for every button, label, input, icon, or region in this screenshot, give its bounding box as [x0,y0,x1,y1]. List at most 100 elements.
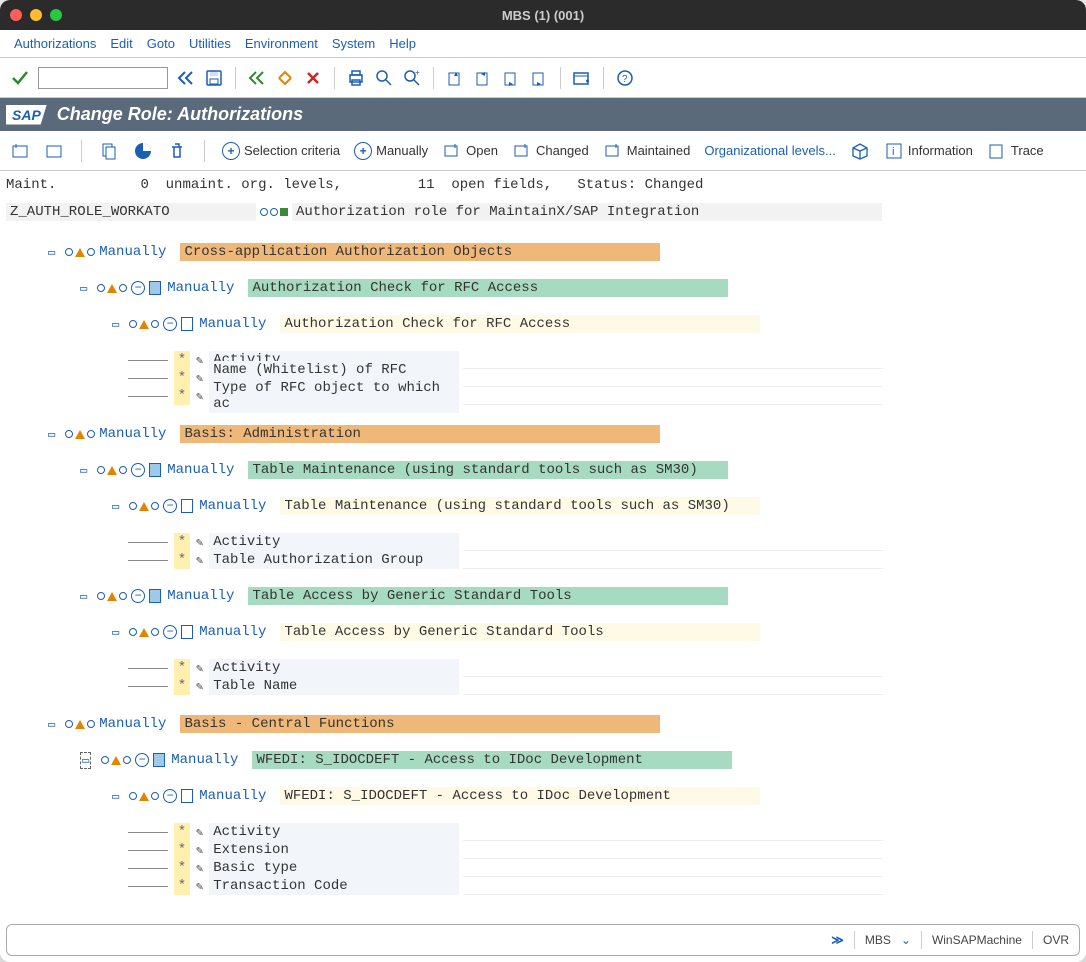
folder-open-icon: ▭ [112,499,119,514]
tree-object-node[interactable]: ▭ − Manually Table Access by Generic Sta… [8,587,1078,605]
field-value[interactable] [463,660,883,677]
trace-button[interactable]: Trace [987,141,1044,161]
collapse-icon[interactable]: − [163,625,177,639]
tree-field-row[interactable]: *✎Extension [8,841,1078,859]
tree-field-row[interactable]: *✎Table Authorization Group [8,551,1078,569]
field-value[interactable] [463,370,883,387]
maintained-button[interactable]: Maintained [603,141,691,161]
pencil-icon[interactable]: ✎ [196,879,203,894]
menu-utilities[interactable]: Utilities [189,36,231,51]
tree-field-row[interactable]: *✎Activity [8,533,1078,551]
pencil-icon[interactable]: ✎ [196,825,203,840]
org-levels-button[interactable]: Organizational levels... [704,143,836,158]
enter-icon[interactable] [10,68,30,88]
tree-object-node[interactable]: ▭ − Manually Authorization Check for RFC… [8,279,1078,297]
cancel-icon[interactable] [303,68,323,88]
collapse-icon[interactable]: − [131,463,145,477]
expand-statusbar-icon[interactable]: ≫ [831,933,844,947]
menu-environment[interactable]: Environment [245,36,318,51]
field-value[interactable] [463,552,883,569]
dropdown-icon[interactable]: ⌄ [901,933,911,947]
help-icon[interactable]: ? [615,68,635,88]
collapse-icon[interactable]: − [163,499,177,513]
selection-criteria-button[interactable]: +Selection criteria [222,142,340,160]
find-next-icon[interactable]: + [402,68,422,88]
find-icon[interactable] [374,68,394,88]
tree-field-row[interactable]: *✎Activity [8,823,1078,841]
pencil-icon[interactable]: ✎ [196,353,203,368]
close-window-button[interactable] [10,9,22,21]
open-button[interactable]: Open [442,141,498,161]
pencil-icon[interactable]: ✎ [196,389,203,404]
collapse-icon[interactable]: − [131,589,145,603]
pencil-icon[interactable]: ✎ [196,843,203,858]
tree-field-row[interactable]: *✎Basic type [8,859,1078,877]
legend-icon[interactable] [133,141,153,161]
menu-system[interactable]: System [332,36,375,51]
pencil-icon[interactable]: ✎ [196,661,203,676]
maximize-window-button[interactable] [50,9,62,21]
tree-field-row[interactable]: *✎Activity [8,659,1078,677]
expand-subtree-icon[interactable] [10,141,30,161]
tree-field-row[interactable]: *✎Table Name [8,677,1078,695]
tree-object-node[interactable]: ▭ − Manually WFEDI: S_IDOCDEFT - Access … [8,751,1078,769]
menu-goto[interactable]: Goto [147,36,175,51]
new-session-icon[interactable] [572,68,592,88]
prev-page-icon[interactable] [473,68,493,88]
star-icon: * [174,351,190,369]
authorization-tree[interactable]: ▭ Manually Cross-application Authorizati… [0,225,1086,918]
menu-edit[interactable]: Edit [110,36,132,51]
star-icon: * [174,823,190,841]
package-icon[interactable] [850,141,870,161]
collapse-icon[interactable]: − [135,753,149,767]
collapse-icon[interactable]: − [163,317,177,331]
field-value[interactable] [463,878,883,895]
minimize-window-button[interactable] [30,9,42,21]
pencil-icon[interactable]: ✎ [196,535,203,550]
tree-field-row[interactable]: *✎Activity [8,351,1078,369]
pencil-icon[interactable]: ✎ [196,679,203,694]
back-all-icon[interactable] [176,68,196,88]
manually-button[interactable]: +Manually [354,142,428,160]
tree-field-row[interactable]: *✎Transaction Code [8,877,1078,895]
insert-mode[interactable]: OVR [1043,933,1069,947]
field-value[interactable] [463,678,883,695]
print-icon[interactable] [346,68,366,88]
field-value[interactable] [463,842,883,859]
first-page-icon[interactable] [445,68,465,88]
command-field[interactable] [38,67,168,89]
copy-icon[interactable] [99,141,119,161]
field-value[interactable] [463,388,883,405]
node-mode: Manually [199,624,266,640]
changed-button[interactable]: Changed [512,141,589,161]
pencil-icon[interactable]: ✎ [196,553,203,568]
information-button[interactable]: iInformation [884,141,973,161]
collapse-icon[interactable]: − [131,281,145,295]
next-page-icon[interactable] [501,68,521,88]
tree-field-row[interactable]: *✎Name (Whitelist) of RFC object [8,369,1078,387]
collapse-subtree-icon[interactable] [44,141,64,161]
field-value[interactable] [463,860,883,877]
tree-auth-node[interactable]: ▭ − Manually WFEDI: S_IDOCDEFT - Access … [8,787,1078,805]
tree-class-node[interactable]: ▭ Manually Basis: Administration [8,425,1078,443]
back-icon[interactable] [247,68,267,88]
menu-help[interactable]: Help [389,36,416,51]
menu-authorizations[interactable]: Authorizations [14,36,96,51]
field-value[interactable] [463,534,883,551]
save-icon[interactable] [204,68,224,88]
pencil-icon[interactable]: ✎ [196,371,203,386]
exit-icon[interactable] [275,68,295,88]
tree-object-node[interactable]: ▭ − Manually Table Maintenance (using st… [8,461,1078,479]
pencil-icon[interactable]: ✎ [196,861,203,876]
tree-class-node[interactable]: ▭ Manually Cross-application Authorizati… [8,243,1078,261]
field-value[interactable] [463,824,883,841]
last-page-icon[interactable] [529,68,549,88]
tree-field-row[interactable]: *✎Type of RFC object to which ac [8,387,1078,405]
field-value[interactable] [463,352,883,369]
delete-icon[interactable] [167,141,187,161]
tree-auth-node[interactable]: ▭ − Manually Table Maintenance (using st… [8,497,1078,515]
collapse-icon[interactable]: − [163,789,177,803]
tree-auth-node[interactable]: ▭ − Manually Table Access by Generic Sta… [8,623,1078,641]
tree-auth-node[interactable]: ▭ − Manually Authorization Check for RFC… [8,315,1078,333]
tree-class-node[interactable]: ▭ Manually Basis - Central Functions [8,715,1078,733]
